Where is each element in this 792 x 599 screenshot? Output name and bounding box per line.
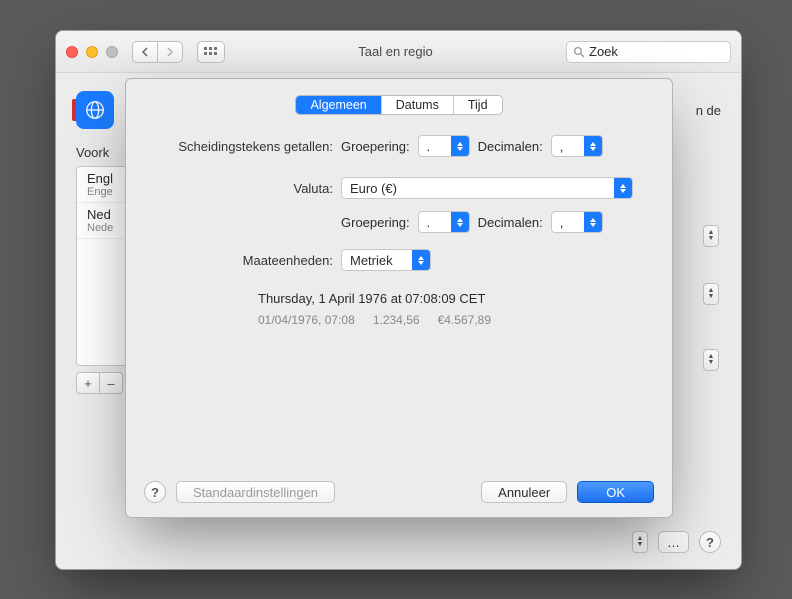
label-grouping: Groepering: (341, 139, 410, 154)
chevron-updown-icon (451, 212, 469, 232)
tab-group: Algemeen Datums Tijd (295, 95, 502, 115)
window-title: Taal en regio (225, 44, 566, 59)
help-button[interactable]: ? (699, 531, 721, 553)
chevron-updown-icon (584, 136, 602, 156)
tab-general[interactable]: Algemeen (296, 96, 381, 114)
search-field[interactable]: Zoek (566, 41, 731, 63)
add-language-button[interactable]: + (76, 372, 100, 394)
select-number-decimal[interactable]: , (551, 135, 603, 157)
ok-button[interactable]: OK (577, 481, 654, 503)
ellipsis-button[interactable]: … (658, 531, 689, 553)
chevron-updown-icon (584, 212, 602, 232)
forward-button[interactable] (157, 41, 183, 63)
search-icon (573, 46, 585, 58)
label-decimals-currency: Decimalen: (478, 215, 543, 230)
select-number-grouping[interactable]: . (418, 135, 470, 157)
advanced-button-arrows[interactable]: ▲▼ (632, 531, 648, 553)
add-remove-group: + – (76, 372, 123, 394)
label-grouping-currency: Groepering: (341, 215, 410, 230)
zoom-window-button[interactable] (106, 46, 118, 58)
defaults-button[interactable]: Standaardinstellingen (176, 481, 335, 503)
chevron-updown-icon (451, 136, 469, 156)
format-preview: Thursday, 1 April 1976 at 07:08:09 CET 0… (258, 289, 650, 331)
select-units[interactable]: Metriek (341, 249, 431, 271)
back-button[interactable] (132, 41, 158, 63)
label-number-separators: Scheidingstekens getallen: (148, 139, 333, 154)
nav-back-forward (132, 41, 183, 63)
preview-line2: 01/04/1976, 07:08 1.234,56 €4.567,89 (258, 310, 650, 331)
weekday-select-arrows[interactable]: ▲▼ (703, 283, 719, 305)
chevron-updown-icon (412, 250, 430, 270)
chevron-updown-icon (614, 178, 632, 198)
label-decimals: Decimalen: (478, 139, 543, 154)
label-currency: Valuta: (148, 181, 333, 196)
show-all-button[interactable] (197, 41, 225, 63)
close-window-button[interactable] (66, 46, 78, 58)
cancel-button[interactable]: Annuleer (481, 481, 567, 503)
titlebar: Taal en regio Zoek (56, 31, 741, 73)
advanced-sheet: Algemeen Datums Tijd Scheidingstekens ge… (125, 78, 673, 518)
sheet-help-button[interactable]: ? (144, 481, 166, 503)
remove-language-button[interactable]: – (99, 372, 123, 394)
select-currency-grouping[interactable]: . (418, 211, 470, 233)
minimize-window-button[interactable] (86, 46, 98, 58)
lang-region-icon (76, 91, 114, 129)
select-currency-decimal[interactable]: , (551, 211, 603, 233)
tab-dates[interactable]: Datums (382, 96, 454, 114)
window-controls (66, 46, 118, 58)
label-units: Maateenheden: (148, 253, 333, 268)
search-placeholder: Zoek (589, 44, 618, 59)
region-select-arrows[interactable]: ▲▼ (703, 225, 719, 247)
calendar-select-arrows[interactable]: ▲▼ (703, 349, 719, 371)
form-general: Scheidingstekens getallen: Groepering: .… (144, 135, 654, 331)
sheet-footer: ? Standaardinstellingen Annuleer OK (144, 481, 654, 503)
tab-time[interactable]: Tijd (454, 96, 502, 114)
select-currency[interactable]: Euro (€) (341, 177, 633, 199)
preview-line1: Thursday, 1 April 1976 at 07:08:09 CET (258, 289, 650, 310)
